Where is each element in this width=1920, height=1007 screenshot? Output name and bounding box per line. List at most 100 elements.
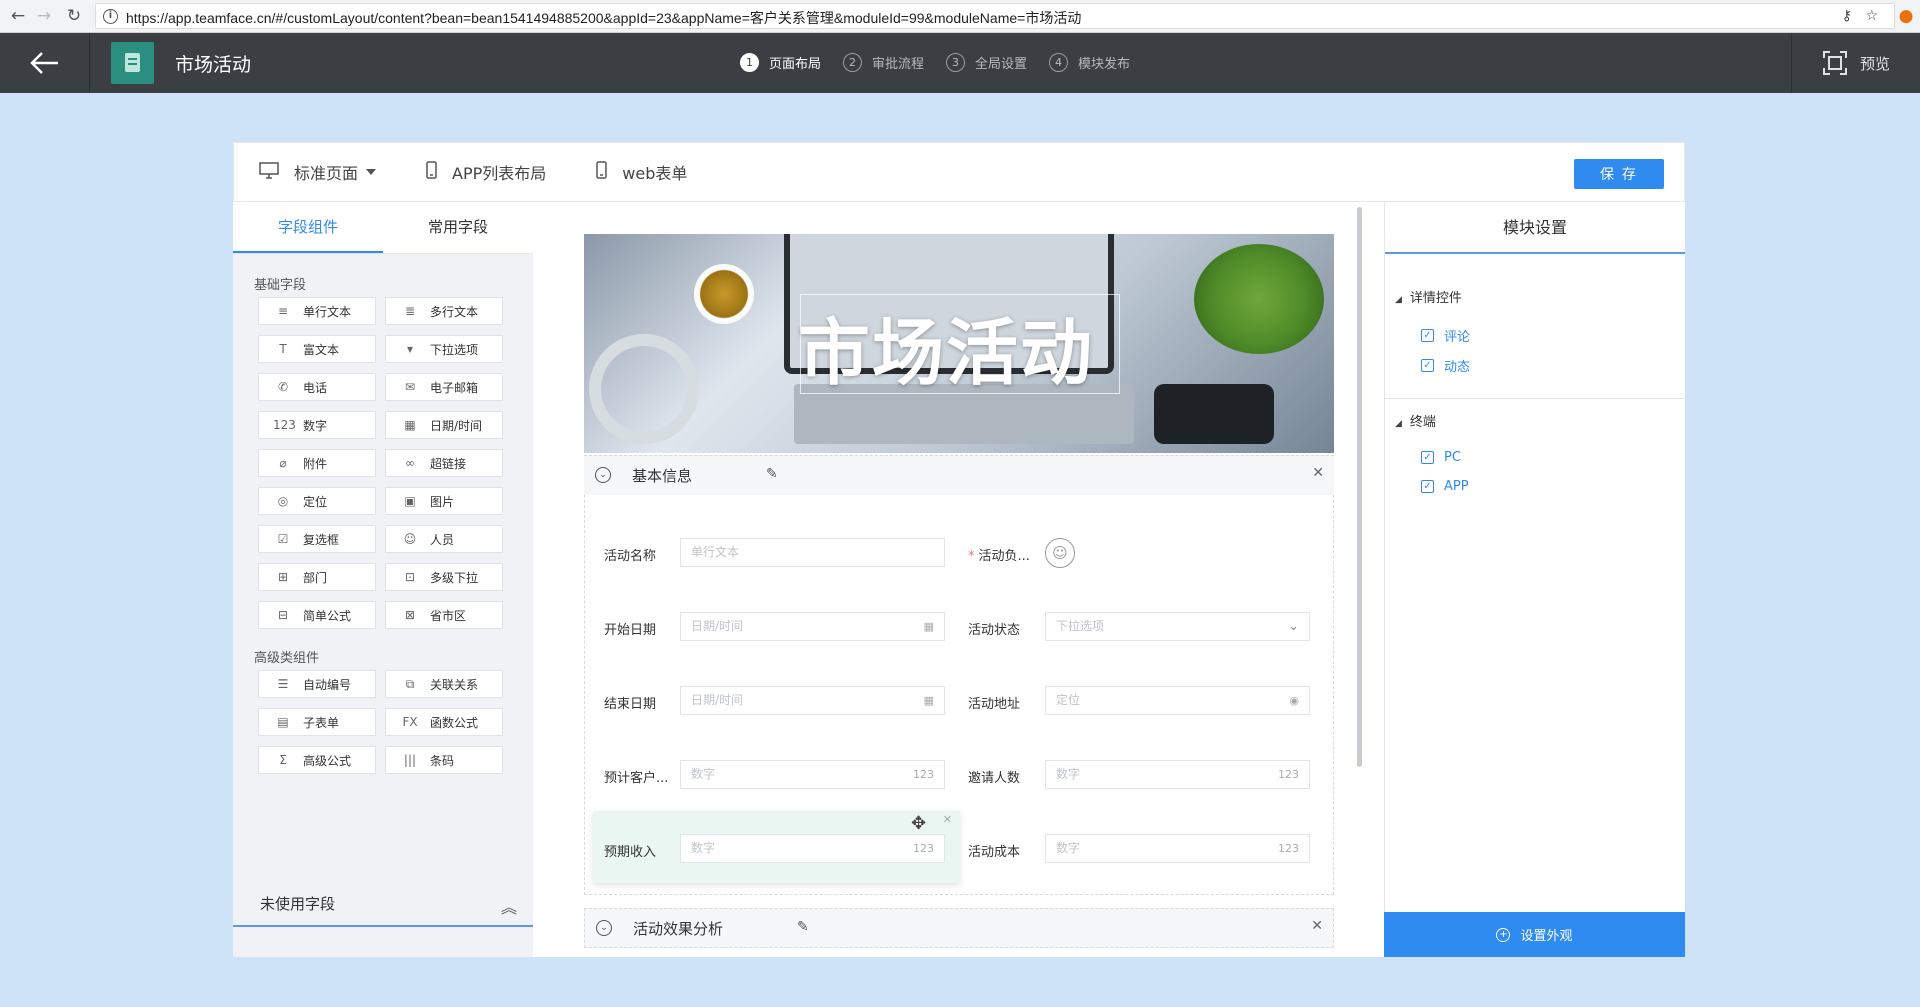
reload-icon[interactable]: ↻ [62,4,86,28]
field-component-basic-5[interactable]: ✉ 电子邮箱 [385,373,503,401]
field-component-advanced-5[interactable]: ||| 条码 [385,746,503,774]
collapse-icon[interactable]: ⌄ [596,920,612,936]
tab-common-fields[interactable]: 常用字段 [383,202,533,253]
close-icon[interactable]: ✕ [943,813,952,826]
mobile-icon [596,161,608,183]
tab-standard-page[interactable]: 标准页面 [259,160,377,184]
field-component-advanced-2[interactable]: ▤ 子表单 [258,708,376,736]
activity-status-label: 活动状态 [968,623,1021,638]
field-component-basic-15[interactable]: ⊡ 多级下拉 [385,563,503,591]
end-date-label: 结束日期 [604,697,657,712]
person-avatar-icon[interactable]: ☺ [1045,538,1075,568]
field-component-basic-6[interactable]: 123 数字 [258,411,376,439]
expected-revenue-input[interactable]: 数字 123 [680,834,945,863]
activity-address-input[interactable]: 定位 ◉ [1045,686,1310,715]
move-handle-icon[interactable]: ✥ [911,813,926,834]
field-component-label: 单行文本 [303,304,352,319]
field-component-label: 复选框 [303,532,340,547]
field-component-basic-8[interactable]: ⌀ 附件 [258,449,376,477]
field-component-basic-1[interactable]: ≣ 多行文本 [385,297,503,325]
tab-app-list-layout[interactable]: APP列表布局 [426,160,546,184]
calendar-icon: ▦ [923,694,934,707]
start-date-label: 开始日期 [604,623,657,638]
field-component-basic-4[interactable]: ✆ 电话 [258,373,376,401]
close-icon[interactable]: ✕ [1312,465,1324,481]
checkbox-pc[interactable]: ✓ PC [1421,450,1461,465]
camera-image [1154,384,1274,444]
coffee-cup-image [694,264,754,324]
address-bar[interactable]: i https://app.teamface.cn/#/customLayout… [95,3,1895,29]
field-type-icon: ☺ [403,532,417,546]
field-component-advanced-3[interactable]: FX 函数公式 [385,708,503,736]
save-button[interactable]: 保 存 [1574,159,1664,189]
activity-status-select[interactable]: 下拉选项 ⌄ [1045,612,1310,641]
check-icon: ✓ [1421,359,1434,372]
preview-button[interactable]: 预览 [1791,33,1920,93]
section-activity-analysis[interactable]: ⌄ 活动效果分析 ✎ ✕ [584,908,1334,948]
field-component-basic-7[interactable]: ▦ 日期/时间 [385,411,503,439]
profile-icon[interactable]: ● [1894,4,1918,28]
checkbox-activity[interactable]: ✓ 动态 [1421,356,1470,375]
field-component-label: 日期/时间 [430,418,483,433]
field-component-advanced-1[interactable]: ⧉ 关联关系 [385,670,503,698]
activity-name-input[interactable]: 单行文本 [680,538,945,567]
triangle-down-icon: ◢ [1395,295,1402,305]
close-icon[interactable]: ✕ [1311,918,1323,934]
field-type-icon: ⊡ [404,570,416,584]
invite-count-label: 邀请人数 [968,771,1021,786]
star-icon[interactable]: ☆ [1865,8,1878,24]
expected-customers-input[interactable]: 数字 123 [680,760,945,789]
field-component-basic-14[interactable]: ⊞ 部门 [258,563,376,591]
step-approval-flow[interactable]: 2 审批流程 [843,53,924,72]
field-component-basic-0[interactable]: ≡ 单行文本 [258,297,376,325]
forward-arrow-icon[interactable]: → [32,4,56,28]
module-banner: 市场活动 [584,234,1334,453]
field-component-label: 富文本 [303,342,340,357]
field-component-basic-16[interactable]: ⊟ 简单公式 [258,601,376,629]
step-page-layout[interactable]: 1 页面布局 [740,53,821,72]
field-component-basic-3[interactable]: ▾ 下拉选项 [385,335,503,363]
terminal-group[interactable]: ◢ 终端 [1395,411,1436,430]
start-date-input[interactable]: 日期/时间 ▦ [680,612,945,641]
field-component-label: 多行文本 [430,304,479,319]
field-component-basic-9[interactable]: ∞ 超链接 [385,449,503,477]
activity-cost-input[interactable]: 数字 123 [1045,834,1310,863]
invite-count-input[interactable]: 数字 123 [1045,760,1310,789]
field-component-basic-13[interactable]: ☺ 人员 [385,525,503,553]
field-component-basic-12[interactable]: ☑ 复选框 [258,525,376,553]
header-back-button[interactable] [0,33,90,93]
chevron-up-icon[interactable]: ︽ [501,894,517,918]
tab-field-components[interactable]: 字段组件 [233,202,383,253]
field-component-advanced-4[interactable]: Σ 高级公式 [258,746,376,774]
checkbox-app[interactable]: ✓ APP [1421,479,1469,494]
field-component-label: 省市区 [430,608,467,623]
edit-pencil-icon[interactable]: ✎ [766,466,778,482]
tab-web-form[interactable]: web表单 [596,160,687,184]
canvas-scrollbar[interactable] [1357,207,1362,767]
back-arrow-icon[interactable]: ← [6,4,30,28]
step-module-publish[interactable]: 4 模块发布 [1049,53,1130,72]
section-basic-info[interactable]: ⌄ 基本信息 ✎ ✕ [584,455,1334,495]
unused-fields-header[interactable]: 未使用字段 ︽ [233,882,533,927]
collapse-icon[interactable]: ⌄ [595,467,611,483]
set-appearance-button[interactable]: + 设置外观 [1384,912,1685,957]
field-type-icon: ⊟ [277,608,289,622]
field-component-basic-17[interactable]: ⊠ 省市区 [385,601,503,629]
field-component-basic-11[interactable]: ▣ 图片 [385,487,503,515]
app-header: 市场活动 1 页面布局 2 审批流程 3 全局设置 4 模块发布 预览 [0,33,1920,93]
number-suffix: 123 [1278,768,1299,781]
edit-pencil-icon[interactable]: ✎ [797,919,809,935]
info-icon[interactable]: i [103,9,118,24]
field-component-basic-10[interactable]: ◎ 定位 [258,487,376,515]
detail-controls-group[interactable]: ◢ 详情控件 [1395,287,1462,306]
field-component-advanced-0[interactable]: ☰ 自动编号 [258,670,376,698]
step-global-settings[interactable]: 3 全局设置 [946,53,1027,72]
field-type-icon: ||| [403,753,417,767]
checkbox-comments[interactable]: ✓ 评论 [1421,326,1470,345]
plus-circle-icon: + [1496,927,1511,942]
field-component-basic-2[interactable]: T 富文本 [258,335,376,363]
key-icon[interactable]: ⚷ [1842,8,1852,24]
back-arrow-icon [30,52,58,74]
field-component-label: 条码 [430,753,455,768]
end-date-input[interactable]: 日期/时间 ▦ [680,686,945,715]
